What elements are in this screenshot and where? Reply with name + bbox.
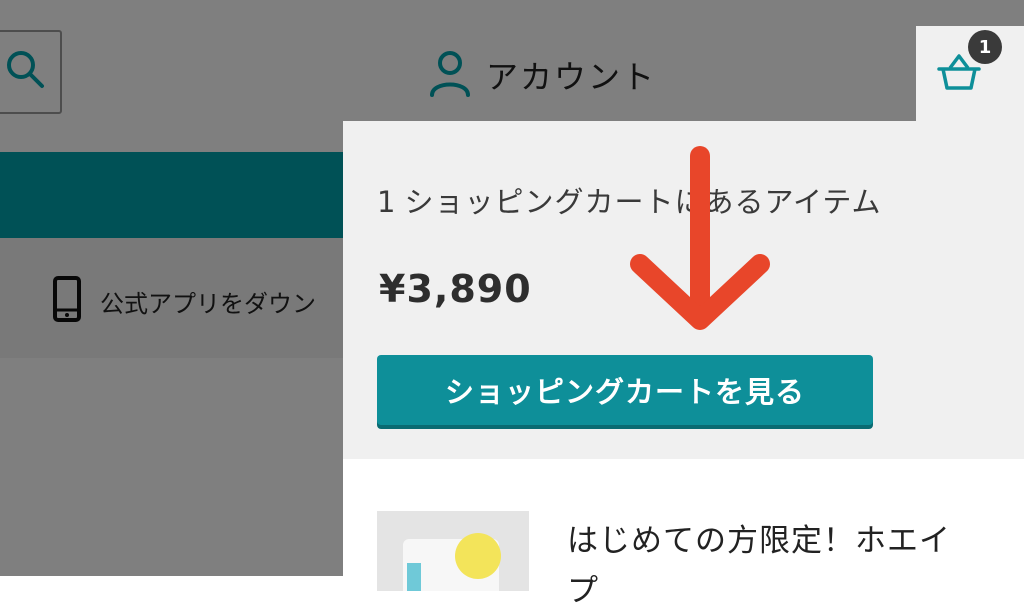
down-arrow-annotation xyxy=(620,140,780,344)
product-name[interactable]: はじめての方限定！ホエイ xyxy=(567,515,951,560)
cart-total: ¥3,890 xyxy=(379,267,532,311)
cart-count-badge: 1 xyxy=(968,30,1002,64)
cart-button[interactable]: 1 xyxy=(916,26,1024,122)
cart-item[interactable]: はじめての方限定！ホエイ プ xyxy=(343,459,1024,609)
product-stripe xyxy=(407,563,421,591)
view-cart-button[interactable]: ショッピングカートを見る xyxy=(377,355,873,425)
product-thumbnail[interactable] xyxy=(377,511,529,591)
cart-item-count-number: 1 xyxy=(377,185,397,219)
product-sticker xyxy=(455,533,501,579)
product-name-continued[interactable]: プ xyxy=(567,565,599,610)
